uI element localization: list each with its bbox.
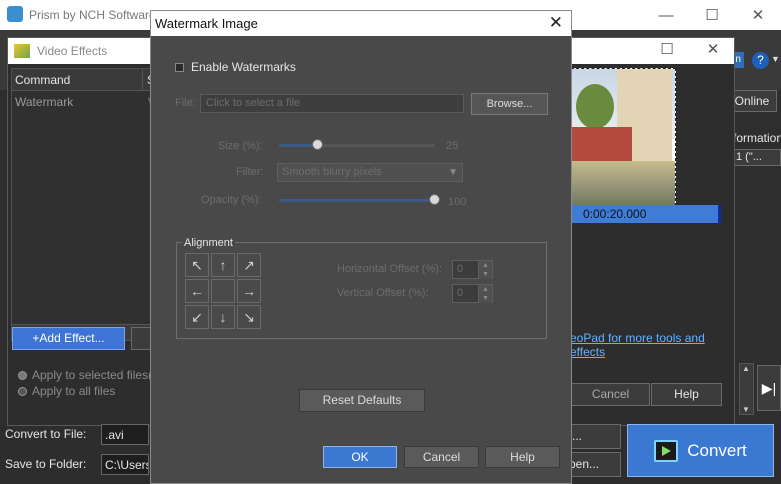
preview-water — [572, 161, 675, 205]
opacity-label: Opacity (%): — [201, 194, 262, 206]
vfx-close-icon[interactable]: ✕ — [690, 36, 736, 62]
horizontal-offset-label: Horizontal Offset (%): — [337, 263, 442, 275]
timeline-timecode[interactable]: 0:00:20.000 — [571, 205, 721, 223]
align-top-left-icon[interactable]: ↖ — [185, 253, 209, 277]
watermark-dialog: Watermark Image ✕ Enable Watermarks File… — [150, 10, 572, 484]
vfx-cancel-button[interactable]: Cancel — [571, 383, 650, 406]
chevron-down-icon: ▼ — [448, 167, 458, 178]
help-button[interactable]: Help — [485, 446, 560, 468]
vertical-offset-input[interactable]: 0 ▲ ▼ — [452, 284, 493, 303]
preview-red-building — [572, 127, 632, 162]
apply-all-radio[interactable] — [18, 386, 27, 396]
main-window-title: Prism by NCH Software — [29, 8, 156, 22]
vertical-scrollbar[interactable]: ▲ ▼ — [739, 363, 754, 415]
column-header-command[interactable]: Command — [15, 73, 70, 87]
spin-up-icon[interactable]: ▲ — [478, 261, 492, 270]
size-value: 25 — [446, 140, 459, 152]
videopad-link[interactable]: eoPad for more tools and effects — [570, 331, 734, 359]
watermark-dialog-title: Watermark Image — [155, 16, 258, 31]
align-bottom-left-icon[interactable]: ↙ — [185, 305, 209, 329]
save-to-folder-label: Save to Folder: — [5, 457, 87, 471]
effects-table: Command Se Watermark W ◀ — [11, 68, 162, 341]
open-folder-button[interactable]: pen... — [566, 452, 621, 477]
spin-down-icon[interactable]: ▼ — [478, 270, 492, 279]
chevron-down-icon[interactable]: ▼ — [771, 54, 780, 64]
vertical-offset-label: Vertical Offset (%): — [337, 287, 429, 299]
video-effects-icon — [14, 44, 30, 58]
apply-all-radio-row[interactable]: Apply to all files — [18, 384, 115, 398]
output-format-field[interactable]: .avi — [101, 424, 149, 445]
apply-selected-radio-row[interactable]: Apply to selected files(s) — [18, 368, 162, 382]
align-left-icon[interactable]: ← — [185, 279, 209, 303]
opacity-slider-thumb[interactable] — [429, 194, 440, 205]
size-label: Size (%): — [218, 140, 263, 152]
convert-button[interactable]: Convert — [627, 424, 774, 477]
information-label: formation — [733, 131, 781, 145]
horizontal-offset-value: 0 — [457, 263, 464, 275]
ok-button[interactable]: OK — [323, 446, 397, 468]
scroll-down-icon[interactable]: ▼ — [742, 405, 750, 414]
enable-watermarks-checkbox[interactable] — [175, 62, 184, 72]
align-bottom-right-icon[interactable]: ↘ — [237, 305, 261, 329]
prism-app-icon — [7, 6, 23, 22]
align-right-icon[interactable]: → — [237, 279, 261, 303]
help-circle-icon[interactable]: ? — [752, 52, 769, 69]
enable-watermarks-label: Enable Watermarks — [191, 60, 296, 74]
info-dropdown[interactable]: 1 ("... — [733, 149, 781, 166]
vfx-maximize-icon[interactable]: ☐ — [644, 36, 690, 62]
watermark-titlebar: Watermark Image ✕ — [151, 11, 571, 36]
scroll-up-icon[interactable]: ▲ — [742, 364, 750, 373]
spin-down-icon[interactable]: ▼ — [478, 294, 492, 303]
align-top-right-icon[interactable]: ↗ — [237, 253, 261, 277]
alignment-grid: ↖ ↑ ↗ ← → ↙ ↓ ↘ — [185, 253, 261, 329]
video-preview — [571, 68, 676, 206]
vertical-offset-value: 0 — [457, 287, 464, 299]
file-select-input[interactable]: Click to select a file — [200, 94, 464, 113]
video-effects-title: Video Effects — [37, 44, 108, 58]
apply-all-label: Apply to all files — [32, 384, 116, 398]
filter-select[interactable]: Smooth blurry pixels ▼ — [277, 163, 463, 182]
preview-tree — [576, 84, 614, 129]
effects-table-header: Command Se — [12, 69, 162, 91]
enable-watermarks-row[interactable]: Enable Watermarks — [175, 60, 296, 74]
vfx-help-button[interactable]: Help — [651, 383, 722, 406]
alignment-legend: Alignment — [182, 237, 235, 249]
align-bottom-icon[interactable]: ↓ — [211, 305, 235, 329]
file-label: File: — [175, 97, 196, 109]
close-icon[interactable]: ✕ — [735, 0, 781, 30]
table-row[interactable]: Watermark — [15, 95, 73, 109]
apply-selected-label: Apply to selected files(s) — [32, 368, 163, 382]
horizontal-offset-input[interactable]: 0 ▲ ▼ — [452, 260, 493, 279]
convert-label: Convert — [687, 440, 747, 460]
spin-up-icon[interactable]: ▲ — [478, 285, 492, 294]
convert-to-file-label: Convert to File: — [5, 427, 87, 441]
maximize-icon[interactable]: ☐ — [689, 0, 735, 30]
reset-defaults-button[interactable]: Reset Defaults — [299, 389, 425, 412]
alignment-group: Alignment ↖ ↑ ↗ ← → ↙ ↓ ↘ Horizontal Off… — [176, 237, 547, 339]
filter-select-value: Smooth blurry pixels — [282, 166, 382, 178]
cancel-button[interactable]: Cancel — [404, 446, 479, 468]
filter-label: Filter: — [236, 166, 264, 178]
add-effect-button[interactable]: +Add Effect... — [12, 327, 125, 350]
browse-button[interactable]: Browse... — [471, 93, 548, 115]
dialog-close-icon[interactable]: ✕ — [549, 13, 563, 33]
opacity-slider-fill — [279, 199, 435, 202]
align-top-icon[interactable]: ↑ — [211, 253, 235, 277]
opacity-value: 100 — [448, 196, 467, 208]
align-center-icon[interactable] — [211, 279, 235, 303]
film-convert-icon — [654, 439, 679, 462]
minimize-icon[interactable]: — — [643, 0, 689, 30]
save-folder-field[interactable]: C:\Users — [101, 454, 149, 475]
play-next-icon[interactable]: ▶| — [757, 365, 781, 411]
options-button[interactable]: ... — [566, 424, 621, 449]
apply-selected-radio[interactable] — [18, 370, 27, 380]
size-slider-thumb[interactable] — [312, 139, 323, 150]
